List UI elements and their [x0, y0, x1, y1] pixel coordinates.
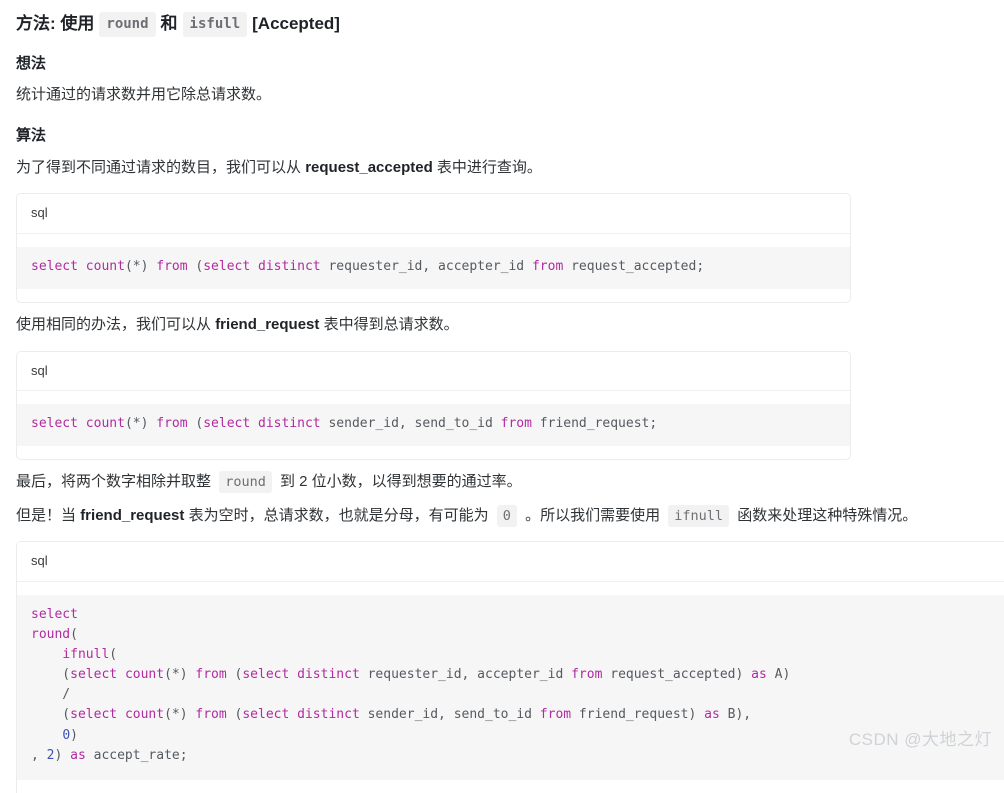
title-prefix: 方法: 使用	[16, 14, 95, 34]
algo-4-text-b: 表为空时，总请求数，也就是分母，有可能为	[188, 506, 489, 524]
inline-code-round-2: round	[219, 470, 272, 494]
algo-4-text-d: 函数来处理这种特殊情况。	[737, 506, 918, 524]
algo-3-text-after: 到 2 位小数，以得到想要的通过率。	[280, 472, 522, 490]
code-block-2: sql select count(*) from (select distinc…	[16, 350, 851, 460]
code-block-1: sql select count(*) from (select distinc…	[16, 193, 851, 303]
code-block-3: sql select round( ifnull( (select count(…	[16, 541, 1004, 793]
table-name-friend-request-2: friend_request	[80, 506, 185, 524]
heading-algorithm: 算法	[16, 127, 47, 145]
title-accepted-badge: [Accepted]	[252, 14, 340, 34]
table-name-friend-request: friend_request	[215, 315, 320, 333]
algo-1-text-before: 为了得到不同通过请求的数目，我们可以从	[16, 158, 302, 176]
paragraph-algo-3: 最后，将两个数字相除并取整 round 到 2 位小数，以得到想要的通过率。	[0, 460, 952, 496]
algo-2-text-after: 表中得到总请求数。	[323, 315, 459, 333]
table-name-request-accepted: request_accepted	[305, 158, 433, 176]
inline-code-isfull: isfull	[182, 12, 248, 37]
code-block-2-content[interactable]: select count(*) from (select distinct se…	[17, 403, 850, 446]
algo-1-text-after: 表中进行查询。	[436, 158, 542, 176]
algo-3-text-before: 最后，将两个数字相除并取整	[16, 472, 212, 490]
code-block-3-language: sql	[17, 542, 1004, 582]
title-conjunction: 和	[160, 14, 178, 34]
algo-2-text-before: 使用相同的办法，我们可以从	[16, 315, 212, 333]
inline-code-ifnull: ifnull	[668, 504, 730, 527]
code-block-3-content[interactable]: select round( ifnull( (select count(*) f…	[17, 594, 1004, 780]
inline-code-zero: 0	[496, 504, 517, 527]
algo-4-text-c: 。所以我们需要使用	[525, 506, 661, 524]
code-block-1-language: sql	[17, 194, 850, 234]
document-page: 方法: 使用 round 和 isfull [Accepted] 想法 统计通过…	[0, 0, 1004, 793]
page-title: 方法: 使用 round 和 isfull [Accepted]	[0, 0, 1004, 37]
algo-4-text-a: 但是！当	[16, 506, 77, 524]
code-block-1-content[interactable]: select count(*) from (select distinct re…	[17, 246, 850, 289]
inline-code-round: round	[99, 12, 156, 37]
paragraph-algo-4: 但是！当 friend_request 表为空时，总请求数，也就是分母，有可能为…	[0, 496, 952, 530]
code-block-2-language: sql	[17, 351, 850, 391]
paragraph-idea: 统计通过的请求数并用它除总请求数。	[16, 86, 272, 104]
paragraph-algo-1: 为了得到不同通过请求的数目，我们可以从 request_accepted 表中进…	[0, 146, 952, 182]
paragraph-algo-2: 使用相同的办法，我们可以从 friend_request 表中得到总请求数。	[0, 303, 952, 339]
heading-idea: 想法	[16, 54, 47, 72]
